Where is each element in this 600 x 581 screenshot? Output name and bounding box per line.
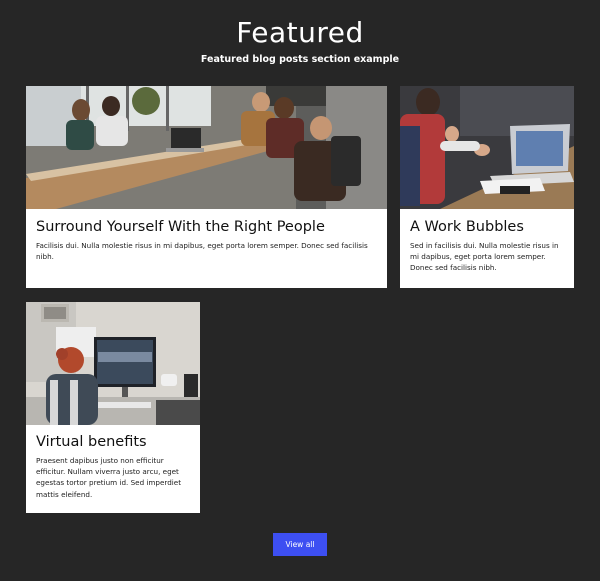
laptop-discussion-photo[interactable] [400,86,574,209]
office-meeting-photo[interactable] [26,86,387,209]
blog-card[interactable]: Virtual benefits Praesent dapibus justo … [26,302,200,513]
blog-card[interactable]: A Work Bubbles Sed in facilisis dui. Nul… [400,86,574,288]
section-subtitle: Featured blog posts section example [200,54,400,65]
post-title[interactable]: Surround Yourself With the Right People [36,219,379,235]
desk-computer-photo[interactable] [26,302,200,425]
post-excerpt: Praesent dapibus justo non efficitur eff… [36,456,182,499]
post-excerpt: Facilisis dui. Nulla molestie risus in m… [36,241,368,262]
post-title[interactable]: Virtual benefits [36,434,192,450]
post-title[interactable]: A Work Bubbles [410,219,566,235]
blog-card[interactable]: Surround Yourself With the Right People … [26,86,387,288]
post-excerpt: Sed in facilisis dui. Nulla molestie ris… [410,241,559,273]
section-title: Featured [236,16,364,49]
view-all-button[interactable]: View all [273,533,327,556]
